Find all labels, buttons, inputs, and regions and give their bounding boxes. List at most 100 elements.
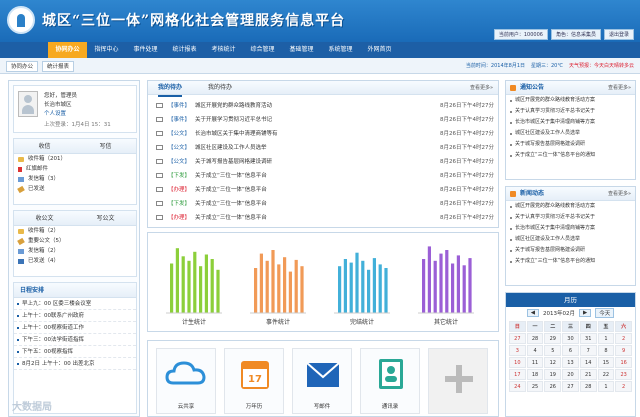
news-item[interactable]: 关于成立“三位一体”信息平台的通知 xyxy=(506,256,635,267)
next-month-button[interactable]: ▶ xyxy=(578,309,592,317)
nav-item[interactable]: 指挥中心 xyxy=(87,42,126,58)
nav-item[interactable]: 协同办公 xyxy=(48,42,87,58)
calendar-day[interactable]: 6 xyxy=(562,345,579,356)
tab-write-mail[interactable]: 写信 xyxy=(75,139,136,153)
mail-outbox[interactable]: 发信箱（3） xyxy=(14,174,136,184)
task-row[interactable]: 【事件】 关于开展学习贯彻习近平总书记 8月26日下午4时27分 xyxy=(156,113,494,125)
user-button[interactable]: 当前用户：100006 xyxy=(493,29,548,40)
calendar-day[interactable]: 1 xyxy=(597,333,615,344)
calendar-day[interactable]: 26 xyxy=(544,381,562,392)
calendar-day[interactable]: 31 xyxy=(579,333,597,344)
calendar-day[interactable]: 16 xyxy=(615,357,632,368)
news-item[interactable]: 城区开展党的群众路线教育活动方案 xyxy=(506,201,635,212)
nav-item[interactable]: 基础管理 xyxy=(282,42,321,58)
calendar-day[interactable]: 29 xyxy=(544,333,562,344)
doc-important[interactable]: 重要公文（5） xyxy=(14,236,136,246)
calendar-day[interactable]: 30 xyxy=(562,333,579,344)
schedule-item[interactable]: 上午十：00视察街道工作 xyxy=(14,322,136,334)
tab-receive-doc[interactable]: 收公文 xyxy=(14,211,75,225)
doc-outbox[interactable]: 发信箱（2） xyxy=(14,246,136,256)
nav-item[interactable]: 统计报表 xyxy=(165,42,204,58)
calendar-day[interactable]: 9 xyxy=(615,345,632,356)
nav-item[interactable]: 事件处理 xyxy=(126,42,165,58)
today-button[interactable]: 今天 xyxy=(595,308,615,318)
calendar-day[interactable]: 25 xyxy=(526,381,544,392)
calendar-day[interactable]: 1 xyxy=(597,381,615,392)
doc-inbox[interactable]: 收件箱（2） xyxy=(14,226,136,236)
nav-item[interactable]: 外网首页 xyxy=(360,42,399,58)
calendar-day[interactable]: 28 xyxy=(526,333,544,344)
nav-item[interactable]: 系统管理 xyxy=(321,42,360,58)
calendar-day[interactable]: 13 xyxy=(562,357,579,368)
task-row[interactable]: 【办理】 关于成立“三位一体”信息平台 8月26日下午4时27分 xyxy=(156,211,494,223)
calendar-month[interactable]: 2013年02月 xyxy=(543,309,575,317)
calendar-day[interactable]: 14 xyxy=(579,357,597,368)
task-row[interactable]: 【公文】 长治市城区关于集中清理商铺等有 8月26日下午4时27分 xyxy=(156,127,494,139)
app-contacts[interactable]: 通讯录 xyxy=(360,348,420,414)
calendar-day[interactable]: 27 xyxy=(562,381,579,392)
calendar-day[interactable]: 27 xyxy=(509,333,526,344)
notice-item[interactable]: 关于城写报告基层网格建设调研 xyxy=(506,139,635,150)
calendar-day[interactable]: 2 xyxy=(615,333,632,344)
notice-item[interactable]: 长治市城区关于集中清理商铺等方案 xyxy=(506,117,635,128)
mail-flagged[interactable]: 红旗邮件 xyxy=(14,164,136,174)
subtab-office[interactable]: 协同办公 xyxy=(6,61,39,72)
calendar-day[interactable]: 11 xyxy=(526,357,544,368)
task-row[interactable]: 【下发】 关于成立“三位一体”信息平台 8月26日下午4时27分 xyxy=(156,197,494,209)
calendar-day[interactable]: 20 xyxy=(562,369,579,380)
schedule-item[interactable]: 8月2日 上午十：00 出差北京 xyxy=(14,358,136,370)
mail-sent[interactable]: 已发送 xyxy=(14,184,136,194)
tab-my-tasks-2[interactable]: 我的待办 xyxy=(208,81,232,95)
calendar-day[interactable]: 7 xyxy=(579,345,597,356)
app-add[interactable] xyxy=(428,348,488,414)
notice-item[interactable]: 关于认真学习贯彻习近平总书记关于 xyxy=(506,106,635,117)
calendar-day[interactable]: 3 xyxy=(509,345,526,356)
app-calendar[interactable]: 17 万年历 xyxy=(224,348,284,414)
nav-item[interactable]: 综合管理 xyxy=(243,42,282,58)
app-cloud-share[interactable]: 云共享 xyxy=(156,348,216,414)
task-row[interactable]: 【下发】 关于成立“三位一体”信息平台 8月26日下午4时27分 xyxy=(156,169,494,181)
calendar-day[interactable]: 24 xyxy=(509,381,526,392)
calendar-day[interactable]: 15 xyxy=(597,357,615,368)
task-row[interactable]: 【公文】 关于城写报告基层网格建设调研 8月26日下午4时27分 xyxy=(156,155,494,167)
calendar-day[interactable]: 2 xyxy=(615,381,632,392)
calendar-day[interactable]: 17 xyxy=(509,369,526,380)
schedule-item[interactable]: 下午五：00视察指挥 xyxy=(14,346,136,358)
logout-button[interactable]: 退出登录 xyxy=(603,29,634,40)
calendar-day[interactable]: 23 xyxy=(615,369,632,380)
news-item[interactable]: 长治市城区关于集中清理商铺等方案 xyxy=(506,223,635,234)
personal-settings-link[interactable]: 个人设置 xyxy=(44,109,66,117)
calendar-day[interactable]: 19 xyxy=(544,369,562,380)
calendar-day[interactable]: 10 xyxy=(509,357,526,368)
calendar-day[interactable]: 18 xyxy=(526,369,544,380)
task-row[interactable]: 【办理】 关于成立“三位一体”信息平台 8月26日下午4时27分 xyxy=(156,183,494,195)
news-item[interactable]: 关于城写报告基层网格建设调研 xyxy=(506,245,635,256)
doc-sent[interactable]: 已发送（4） xyxy=(14,256,136,266)
app-write-mail[interactable]: 写邮件 xyxy=(292,348,352,414)
calendar-day[interactable]: 8 xyxy=(597,345,615,356)
schedule-item[interactable]: 上午十：00联系广州政府 xyxy=(14,310,136,322)
tab-my-tasks[interactable]: 我的待办 xyxy=(158,81,183,97)
news-item[interactable]: 关于认真学习贯彻习近平总书记关于 xyxy=(506,212,635,223)
tab-receive-mail[interactable]: 收信 xyxy=(14,139,75,153)
notice-item[interactable]: 城区社区建设及工作人员选举 xyxy=(506,128,635,139)
notice-item[interactable]: 城区开展党的群众路线教育活动方案 xyxy=(506,95,635,106)
nav-item[interactable]: 考核统计 xyxy=(204,42,243,58)
calendar-day[interactable]: 21 xyxy=(579,369,597,380)
notice-item[interactable]: 关于成立“三位一体”信息平台的通知 xyxy=(506,150,635,161)
prev-month-button[interactable]: ◀ xyxy=(526,309,539,317)
calendar-day[interactable]: 22 xyxy=(597,369,615,380)
tab-write-doc[interactable]: 写公文 xyxy=(75,211,136,225)
task-row[interactable]: 【事件】 城区开展党的群众路线教育活动 8月26日下午4时27分 xyxy=(156,99,494,111)
calendar-day[interactable]: 4 xyxy=(526,345,544,356)
notices-more-link[interactable]: 查看更多» xyxy=(608,81,631,95)
calendar-day[interactable]: 28 xyxy=(579,381,597,392)
news-item[interactable]: 城区社区建设及工作人员选举 xyxy=(506,234,635,245)
schedule-item[interactable]: 下午三：00法学街道指挥 xyxy=(14,334,136,346)
calendar-day[interactable]: 12 xyxy=(544,357,562,368)
calendar-day[interactable]: 5 xyxy=(544,345,562,356)
tasks-more-link[interactable]: 查看更多» xyxy=(470,81,493,95)
schedule-item[interactable]: 早上九：00 区委三楼会议室 xyxy=(14,298,136,310)
mail-inbox[interactable]: 收件箱（201） xyxy=(14,154,136,164)
news-more-link[interactable]: 查看更多» xyxy=(608,187,631,201)
